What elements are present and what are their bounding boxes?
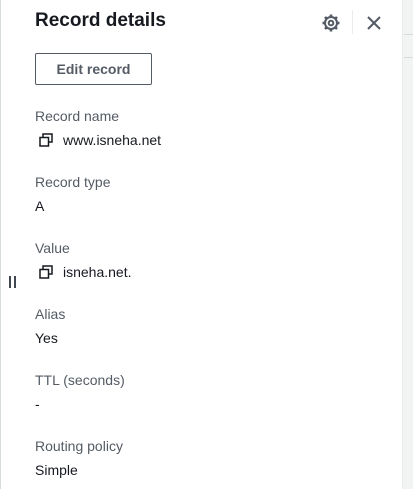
page-edge <box>402 0 413 489</box>
record-type-label: Record type <box>35 174 111 190</box>
routing-policy-label: Routing policy <box>35 438 123 454</box>
alias-value: Yes <box>35 330 58 346</box>
value-value: isneha.net. <box>63 264 132 280</box>
record-type-value: A <box>35 198 45 214</box>
record-name-row: www.isneha.net <box>39 132 161 148</box>
copy-icon[interactable] <box>39 265 53 279</box>
record-name-value: www.isneha.net <box>63 132 162 148</box>
copy-icon[interactable] <box>39 133 53 147</box>
gear-icon[interactable] <box>321 13 341 33</box>
record-details-panel: Record details Edit record Record name w… <box>0 0 413 489</box>
alias-label: Alias <box>35 306 66 322</box>
page-edge-marker <box>404 34 413 58</box>
edit-record-button[interactable]: Edit record <box>35 53 152 85</box>
ttl-value: - <box>35 396 40 412</box>
header-divider <box>352 10 353 34</box>
value-row: isneha.net. <box>39 264 132 280</box>
resize-handle-bar <box>9 276 11 288</box>
panel-title: Record details <box>35 10 166 31</box>
resize-handle-bar <box>14 276 16 288</box>
ttl-label: TTL (seconds) <box>35 372 125 388</box>
value-label: Value <box>35 240 70 256</box>
record-name-label: Record name <box>35 108 120 124</box>
close-icon[interactable] <box>364 13 384 33</box>
resize-handle[interactable] <box>9 276 16 288</box>
routing-policy-value: Simple <box>35 462 78 478</box>
